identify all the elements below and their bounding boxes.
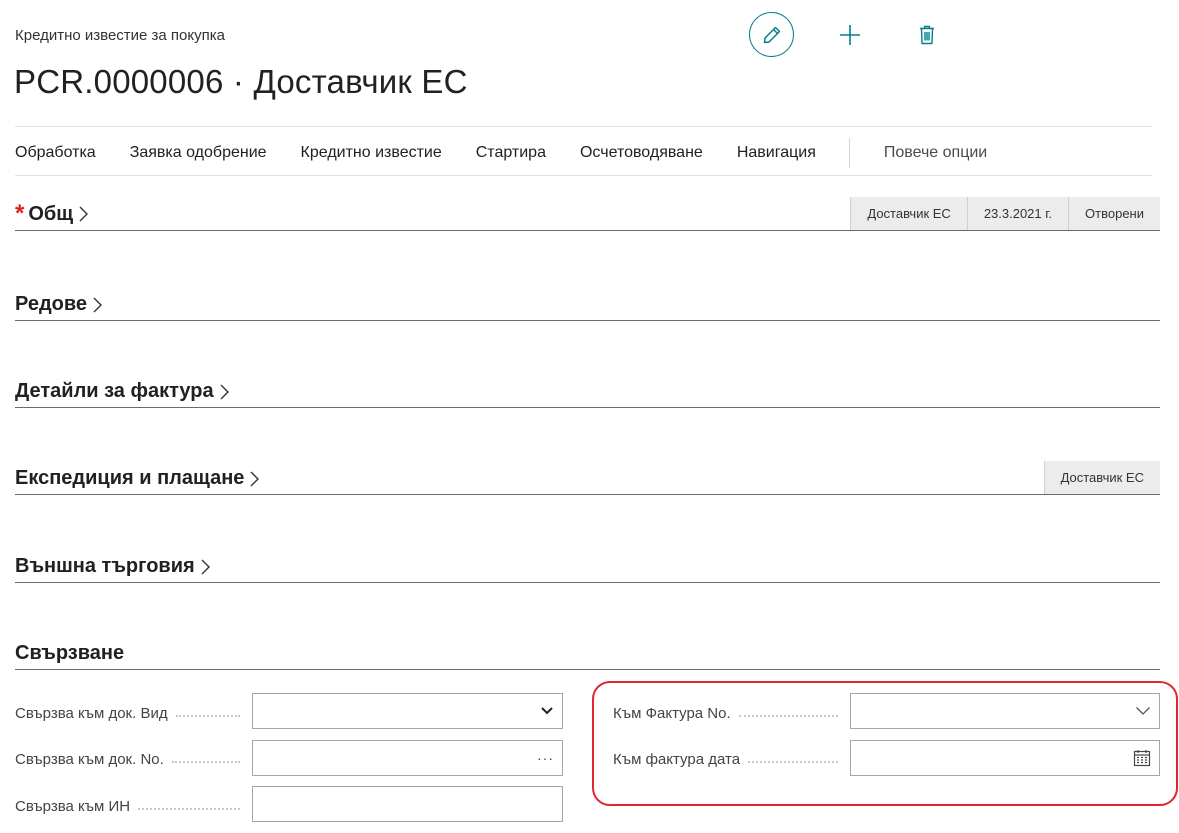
leader-dots — [138, 808, 240, 810]
section-general-title: Общ — [28, 202, 74, 225]
summary-vendor: Доставчик ЕС — [850, 197, 967, 230]
action-navigate[interactable]: Навигация — [737, 144, 816, 162]
section-shipping-title: Експедиция и плащане — [15, 467, 245, 489]
new-button[interactable] — [833, 18, 867, 52]
section-invoice-details-header[interactable]: Детайли за фактура — [15, 380, 230, 403]
shipping-summary: Доставчик ЕС — [1043, 461, 1160, 494]
summary-vendor: Доставчик ЕС — [1043, 461, 1160, 494]
leader-dots — [171, 761, 240, 763]
to-invoice-date-label: Към фактура дата — [613, 749, 838, 769]
lookup-button[interactable]: ··· — [537, 750, 554, 766]
to-invoice-no-label: Към Фактура No. — [613, 703, 838, 723]
link-vat-field[interactable] — [252, 786, 563, 822]
plus-icon — [840, 25, 860, 45]
action-request-approval[interactable]: Заявка одобрение — [130, 144, 267, 162]
section-foreign-trade: Външна търговия — [15, 550, 1160, 583]
link-vat-label: Свързва към ИН — [15, 796, 240, 816]
to-invoice-no-label-text: Към Фактура No. — [613, 704, 731, 722]
action-bar-divider — [15, 175, 1152, 176]
action-process[interactable]: Обработка — [15, 144, 96, 162]
chevron-down-icon — [541, 707, 553, 715]
link-vat-label-text: Свързва към ИН — [15, 797, 131, 815]
summary-status: Отворени — [1068, 197, 1160, 230]
leader-dots — [738, 715, 838, 717]
chevron-right-icon — [201, 559, 210, 574]
header-divider — [15, 126, 1152, 127]
action-bar: Обработка Заявка одобрение Кредитно изве… — [15, 138, 987, 168]
section-invoice-details: Детайли за фактура — [15, 375, 1160, 408]
chevron-down-icon — [1136, 707, 1150, 715]
summary-date: 23.3.2021 г. — [966, 197, 1069, 230]
to-invoice-date-label-text: Към фактура дата — [613, 750, 741, 768]
section-foreign-trade-title: Външна търговия — [15, 555, 195, 577]
required-icon: * — [15, 200, 25, 227]
section-foreign-trade-header[interactable]: Външна търговия — [15, 555, 211, 578]
link-doc-type-label-text: Свързва към док. Вид — [15, 704, 168, 722]
chevron-right-icon — [93, 297, 103, 312]
delete-button[interactable] — [912, 18, 942, 52]
section-general: * Общ Доставчик ЕС 23.3.2021 г. Отворени — [15, 197, 1160, 231]
leader-dots — [175, 715, 240, 717]
link-doc-no-label: Свързва към док. No. — [15, 749, 240, 769]
link-doc-no-field[interactable]: ··· — [252, 740, 563, 776]
edit-button[interactable] — [749, 12, 794, 57]
section-linking-title: Свързване — [15, 642, 125, 664]
action-posting[interactable]: Осчетоводяване — [580, 144, 703, 162]
chevron-right-icon — [220, 384, 229, 399]
section-lines-title: Редове — [15, 293, 88, 315]
more-options-button[interactable]: Повече опции — [884, 144, 987, 162]
link-doc-type-label: Свързва към док. Вид — [15, 703, 240, 723]
section-shipping: Експедиция и плащане Доставчик ЕС — [15, 461, 1160, 495]
page-caption: Кредитно известие за покупка — [15, 27, 225, 44]
trash-icon — [920, 25, 934, 45]
section-shipping-header[interactable]: Експедиция и плащане — [15, 467, 260, 490]
section-lines-header[interactable]: Редове — [15, 293, 103, 316]
pencil-icon — [763, 26, 780, 43]
section-linking: Свързване — [15, 637, 1160, 670]
general-summary: Доставчик ЕС 23.3.2021 г. Отворени — [850, 197, 1160, 230]
link-doc-type-select[interactable] — [252, 693, 563, 729]
to-invoice-no-select[interactable] — [850, 693, 1160, 729]
section-linking-header[interactable]: Свързване — [15, 642, 124, 665]
to-invoice-date-field[interactable] — [850, 740, 1160, 776]
section-general-header[interactable]: * Общ — [15, 202, 89, 226]
action-start[interactable]: Стартира — [476, 144, 546, 162]
leader-dots — [748, 761, 838, 763]
page-title: PCR.0000006 · Доставчик ЕС — [14, 63, 468, 100]
section-invoice-details-title: Детайли за фактура — [15, 380, 214, 402]
chevron-right-icon — [79, 206, 89, 222]
section-lines: Редове — [15, 288, 1160, 321]
link-doc-no-label-text: Свързва към док. No. — [15, 750, 164, 768]
calendar-icon[interactable] — [1133, 749, 1151, 767]
action-credit-memo[interactable]: Кредитно известие — [301, 144, 442, 162]
action-separator — [848, 138, 850, 168]
chevron-right-icon — [250, 471, 260, 486]
